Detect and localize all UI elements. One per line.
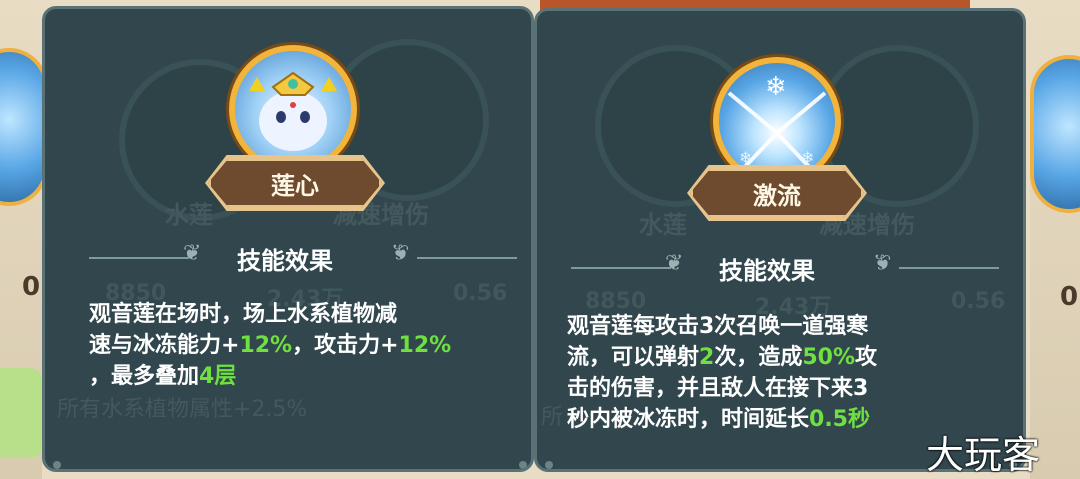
- svg-text:❄: ❄: [765, 72, 787, 102]
- divider-right: [417, 257, 517, 259]
- background-plant-icon-right: [1030, 55, 1080, 213]
- section-title: 技能效果: [237, 247, 333, 275]
- description-line: 速与冰冻能力+12%，攻击力+12%: [89, 330, 529, 361]
- svg-text:❄: ❄: [801, 148, 814, 167]
- highlight-value: 2: [699, 345, 715, 370]
- leaf-ornament-icon: ❦: [391, 241, 410, 266]
- background-stat-number: 0: [22, 272, 41, 302]
- description-text: 观音莲在场时，场上水系植物减: [89, 302, 398, 327]
- highlight-value: 12%: [239, 333, 293, 358]
- description-text: 攻: [855, 345, 878, 370]
- description-text: 秒内被冰冻时，时间延长: [567, 407, 810, 432]
- corner-rivet: [519, 461, 527, 469]
- description-text: 次，造成: [714, 345, 803, 370]
- ghost-bonus-text: 所有水系植物属性+2.5%: [57, 397, 308, 422]
- background-green-bar: [0, 368, 42, 458]
- corner-rivet: [53, 461, 61, 469]
- description-text: 速与冰冻能力+: [89, 333, 240, 358]
- ghost-bonus-text: 所: [541, 405, 564, 430]
- skill-name-plate: 激流: [690, 168, 864, 218]
- lotus-spirit-icon: [249, 71, 337, 151]
- highlight-value: 0.5秒: [809, 407, 870, 432]
- section-title: 技能效果: [719, 257, 815, 285]
- corner-rivet: [545, 461, 553, 469]
- description-line: 流，可以弹射2次，造成50%攻: [567, 342, 1017, 373]
- description-text: 观音莲每攻击3次召唤一道强寒: [567, 314, 869, 339]
- skill-name-plate: 莲心: [208, 158, 382, 208]
- description-line: 观音莲在场时，场上水系植物减: [89, 299, 529, 330]
- divider-left: [571, 267, 671, 269]
- ghost-skill-label: 水莲: [165, 201, 213, 229]
- description-line: 观音莲每攻击3次召唤一道强寒: [567, 311, 1017, 342]
- ghost-skill-label: 水莲: [639, 211, 687, 239]
- description-text: 击的伤害，并且敌人在接下来3: [567, 376, 869, 401]
- watermark-logo: 大玩客: [926, 433, 1041, 477]
- leaf-ornament-icon: ❦: [665, 251, 684, 276]
- skill-description: 观音莲在场时，场上水系植物减 速与冰冻能力+12%，攻击力+12% ，最多叠加4层: [89, 299, 529, 392]
- description-text: ，最多叠加: [89, 364, 200, 389]
- skill-card-torrent: 水莲 减速增伤 8850 2.43万 0.56 所 ❄ ❄ ❄ 激流 ❦ 技能效…: [534, 8, 1026, 472]
- divider-right: [899, 267, 999, 269]
- highlight-value: 50%: [802, 345, 856, 370]
- description-text: 流，可以弹射: [567, 345, 700, 370]
- leaf-ornament-icon: ❦: [183, 241, 202, 266]
- background-stat-number-right: 0: [1060, 282, 1079, 312]
- highlight-value: 4层: [199, 364, 237, 389]
- description-line: ，最多叠加4层: [89, 361, 529, 392]
- background-plant-icon-left: [0, 48, 48, 206]
- description-text: ，攻击力+: [292, 333, 399, 358]
- svg-text:❄: ❄: [739, 148, 752, 167]
- divider-left: [89, 257, 189, 259]
- skill-card-lotus-heart: 水莲 减速增伤 8850 2.43万 0.56 所有水系植物属性+2.5% 莲心…: [42, 6, 534, 472]
- highlight-value: 12%: [398, 333, 452, 358]
- skill-description: 观音莲每攻击3次召唤一道强寒 流，可以弹射2次，造成50%攻 击的伤害，并且敌人在接…: [567, 311, 1017, 435]
- snowflake-burst-icon: ❄ ❄ ❄: [727, 72, 827, 175]
- leaf-ornament-icon: ❦: [873, 251, 892, 276]
- description-line: 击的伤害，并且敌人在接下来3: [567, 373, 1017, 404]
- skill-icon-lotus-heart[interactable]: [229, 45, 357, 173]
